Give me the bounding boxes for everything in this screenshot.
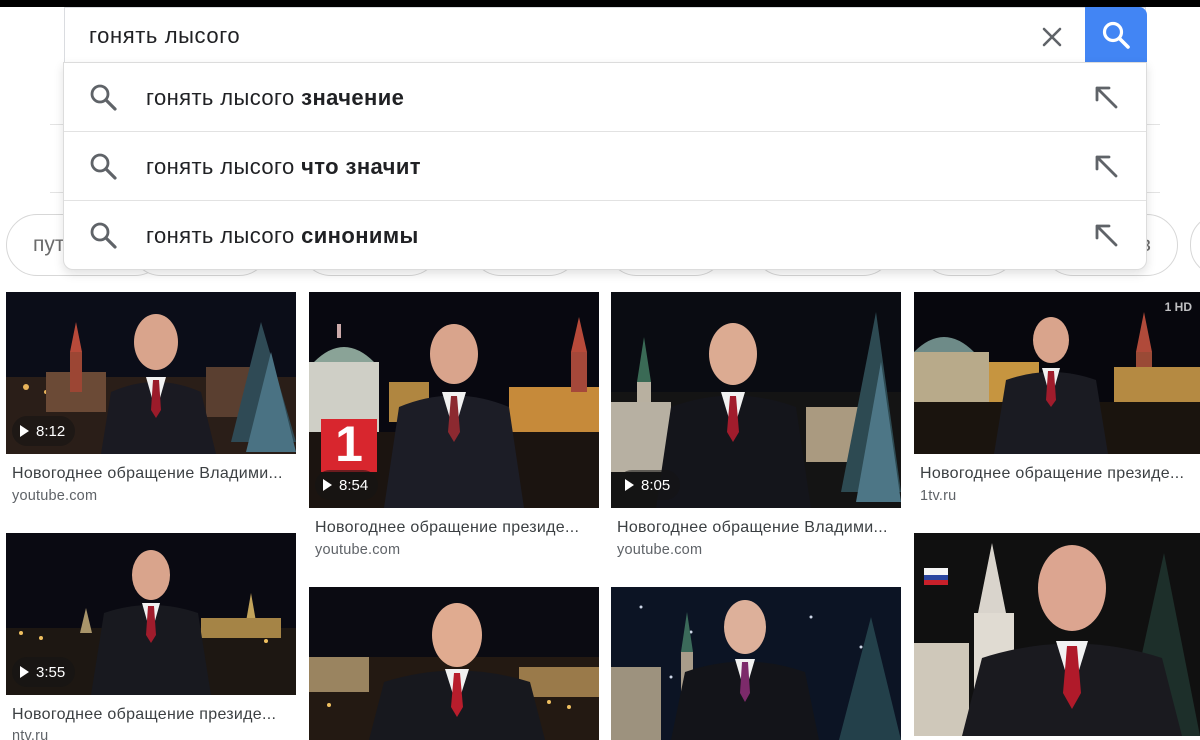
play-icon: [323, 479, 332, 491]
result-source[interactable]: 1tv.ru: [920, 488, 956, 504]
image-result-thumbnail[interactable]: 3:55: [6, 533, 296, 695]
close-icon: [1042, 27, 1062, 47]
image-result-thumbnail[interactable]: 1 HD: [914, 292, 1200, 454]
duration-text: 8:12: [36, 422, 66, 440]
top-bezel: [0, 0, 1200, 7]
result-title[interactable]: Новогоднее обращение президе...: [315, 519, 597, 537]
image-result-thumbnail[interactable]: [309, 587, 599, 740]
duration-text: 3:55: [36, 663, 66, 681]
result-source[interactable]: youtube.com: [315, 542, 400, 558]
search-icon: [1102, 21, 1130, 49]
arrow-up-left-icon[interactable]: [1091, 82, 1121, 112]
channel-logo-text: 1: [335, 416, 363, 472]
result-source[interactable]: youtube.com: [12, 488, 97, 504]
video-frame-image: [611, 587, 901, 740]
suggestion-text: гонять лысого синонимы: [146, 223, 419, 249]
chip-label: пут: [33, 233, 65, 256]
result-title[interactable]: Новогоднее обращение Владими...: [12, 465, 294, 483]
search-icon: [90, 153, 117, 180]
play-icon: [20, 666, 29, 678]
image-result-thumbnail[interactable]: [611, 587, 901, 740]
play-icon: [20, 425, 29, 437]
duration-text: 8:54: [339, 476, 369, 494]
clear-button[interactable]: [1033, 18, 1071, 56]
suggestion-prefix: гонять лысого: [146, 85, 302, 110]
suggestion-completion: что значит: [301, 154, 421, 179]
search-button[interactable]: [1085, 7, 1147, 63]
result-title[interactable]: Новогоднее обращение Владими...: [617, 519, 899, 537]
result-title[interactable]: Новогоднее обращение президе...: [12, 706, 294, 724]
video-frame-image: [309, 587, 599, 740]
suggestions-dropdown: гонять лысого значение гонять лысого что…: [63, 62, 1147, 270]
suggestion-prefix: гонять лысого: [146, 154, 302, 179]
suggestion-completion: синонимы: [301, 223, 419, 248]
search-bar: гонять лысого: [64, 7, 1147, 63]
duration-text: 8:05: [641, 476, 671, 494]
image-result-thumbnail[interactable]: 8:05: [611, 292, 901, 508]
suggestion-text: гонять лысого значение: [146, 85, 404, 111]
video-frame-image: [914, 533, 1200, 736]
result-source[interactable]: ntv.ru: [12, 728, 48, 740]
video-duration-badge: 8:12: [12, 416, 76, 446]
image-result-thumbnail[interactable]: 8:12: [6, 292, 296, 454]
suggestion-item[interactable]: гонять лысого значение: [64, 63, 1146, 132]
suggestion-item[interactable]: гонять лысого что значит: [64, 132, 1146, 201]
suggestion-item[interactable]: гонять лысого синонимы: [64, 201, 1146, 270]
video-duration-badge: 8:54: [315, 470, 379, 500]
search-input[interactable]: гонять лысого: [89, 23, 240, 49]
video-frame-image: [914, 292, 1200, 454]
channel-watermark: 1 HD: [1164, 300, 1192, 314]
search-icon: [90, 222, 117, 249]
arrow-up-left-icon[interactable]: [1091, 151, 1121, 181]
channel-logo: 1: [321, 416, 377, 472]
result-source[interactable]: youtube.com: [617, 542, 702, 558]
suggestion-completion: значение: [301, 85, 405, 110]
image-result-thumbnail[interactable]: [914, 533, 1200, 736]
search-icon: [90, 84, 117, 111]
suggestion-text: гонять лысого что значит: [146, 154, 421, 180]
video-duration-badge: 8:05: [617, 470, 681, 500]
play-icon: [625, 479, 634, 491]
suggestion-prefix: гонять лысого: [146, 223, 302, 248]
filter-chip[interactable]: [1190, 214, 1200, 276]
arrow-up-left-icon[interactable]: [1091, 220, 1121, 250]
result-title[interactable]: Новогоднее обращение президе...: [920, 465, 1198, 483]
video-duration-badge: 3:55: [12, 657, 76, 687]
image-result-thumbnail[interactable]: 1 8:54: [309, 292, 599, 508]
